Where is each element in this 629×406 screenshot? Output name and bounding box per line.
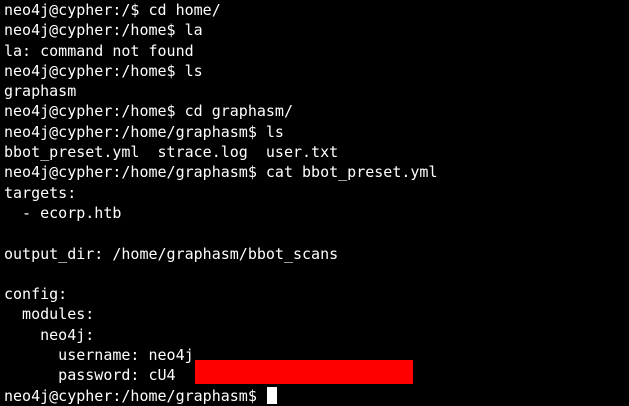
terminal-line: neo4j@cypher:/$ cd home/ [4,1,221,19]
terminal-line: neo4j: [4,325,95,344]
terminal-prompt: neo4j@cypher:/home/graphasm$ [4,386,266,405]
terminal-line: neo4j@cypher:/home/graphasm$ ls [4,122,284,141]
terminal-cursor[interactable] [266,386,277,404]
terminal-line: targets: [4,183,77,202]
terminal-line: graphasm [4,82,77,101]
terminal-line: bbot_preset.yml strace.log user.txt [4,143,339,162]
terminal-line: output_dir: /home/graphasm/bbot_scans [4,244,339,263]
redaction-box [195,360,413,384]
terminal-line: neo4j@cypher:/home$ ls [4,61,203,80]
terminal-line: neo4j@cypher:/home/graphasm$ cat bbot_pr… [4,163,438,182]
terminal-line: neo4j@cypher:/home$ la [4,21,203,40]
terminal-line: modules: [4,305,95,324]
terminal-prompt-line[interactable]: neo4j@cypher:/home/graphasm$ [4,386,629,406]
terminal-line: la: command not found [4,41,194,60]
terminal-line: config: [4,285,68,304]
terminal-line: neo4j@cypher:/home$ cd graphasm/ [4,102,293,121]
terminal-line: - ecorp.htb [4,203,122,222]
terminal-window[interactable]: neo4j@cypher:/$ cd home/ neo4j@cypher:/h… [0,0,629,406]
